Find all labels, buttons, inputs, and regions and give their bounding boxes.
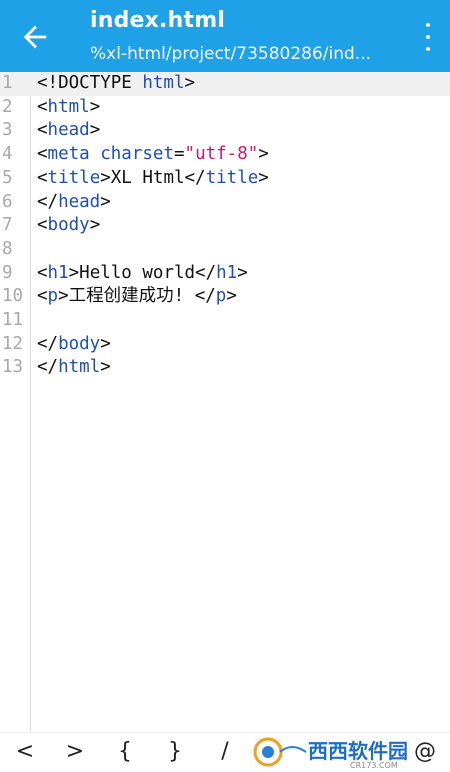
code-token: > xyxy=(237,262,248,283)
code-token-keyword: body xyxy=(58,333,101,354)
code-line[interactable]: 8 xyxy=(0,238,450,262)
code-editor[interactable]: 1 <!DOCTYPE html> 2 <html> 3 <head> 4 <meta cha… xyxy=(0,72,450,732)
code-token: > xyxy=(258,144,269,165)
code-token-keyword: h1 xyxy=(47,262,69,283)
code-token-keyword: title xyxy=(47,167,101,188)
arrow-left-icon[interactable] xyxy=(18,20,52,54)
line-number: 1 xyxy=(2,73,13,93)
line-number: 8 xyxy=(2,238,13,259)
code-token: > xyxy=(258,167,269,188)
code-text: <h1>Hello world</h1> xyxy=(37,262,248,286)
code-text: <meta charset="utf-8"> xyxy=(37,143,269,167)
code-token-keyword: title xyxy=(205,167,259,188)
key-greater-than[interactable]: > xyxy=(60,737,90,767)
code-line[interactable]: 10 <p>工程创建成功! </p> xyxy=(0,285,450,309)
code-token-string: "utf-8" xyxy=(184,144,259,165)
menu-dot xyxy=(426,23,430,27)
code-token: < xyxy=(37,120,48,141)
code-text: <!DOCTYPE html> xyxy=(37,72,195,96)
code-text: </body> xyxy=(37,333,111,357)
code-token-keyword: p xyxy=(215,286,227,307)
line-number: 12 xyxy=(2,333,24,354)
line-number: 9 xyxy=(2,262,13,283)
code-token: > xyxy=(89,120,101,141)
code-token-keyword: html xyxy=(47,96,90,117)
line-number: 4 xyxy=(2,144,13,165)
code-text: <title>XL Html</title> xyxy=(37,167,269,191)
code-token: > xyxy=(184,73,196,93)
site-watermark-logo: 西西软件园 CR173.COM xyxy=(253,737,408,770)
code-token: > xyxy=(226,286,237,307)
more-vert-icon[interactable] xyxy=(420,23,436,51)
key-slash[interactable]: / xyxy=(210,737,240,767)
code-token: < xyxy=(37,286,48,307)
code-text: <html> xyxy=(37,96,100,120)
code-line[interactable]: 1 <!DOCTYPE html> xyxy=(0,72,450,96)
code-token: </ xyxy=(37,357,59,378)
line-number: 7 xyxy=(2,215,13,236)
code-token: < xyxy=(37,167,48,188)
code-token-keyword: body xyxy=(47,215,90,236)
code-line[interactable]: 3 <head> xyxy=(0,119,450,143)
line-number: 2 xyxy=(2,96,13,117)
code-line[interactable]: 13 </html> xyxy=(0,356,450,380)
code-token: < xyxy=(37,215,48,236)
line-number: 6 xyxy=(2,191,13,212)
code-token: >XL Html</ xyxy=(100,167,206,188)
code-token: <!DOCTYPE xyxy=(37,73,143,93)
code-token: > xyxy=(89,96,101,117)
key-less-than[interactable]: < xyxy=(10,737,40,767)
code-token-keyword: html xyxy=(142,73,185,93)
line-number: 11 xyxy=(2,310,24,330)
key-open-brace[interactable]: { xyxy=(110,737,140,767)
code-token: </ xyxy=(37,333,59,354)
code-line[interactable]: 6 </head> xyxy=(0,191,450,215)
code-line[interactable]: 5 <title>XL Html</title> xyxy=(0,167,450,191)
code-text: <body> xyxy=(37,214,100,238)
code-token: >工程创建成功! </ xyxy=(58,286,216,307)
code-token: < xyxy=(37,144,48,165)
code-token: </ xyxy=(37,191,59,212)
code-text: </head> xyxy=(37,191,111,215)
code-token-keyword: head xyxy=(47,120,90,141)
code-token: < xyxy=(37,96,48,117)
code-line[interactable]: 7 <body> xyxy=(0,214,450,238)
line-number: 3 xyxy=(2,120,13,141)
svg-text:CR173.COM: CR173.COM xyxy=(350,761,398,770)
line-number: 10 xyxy=(2,286,24,307)
key-close-brace[interactable]: } xyxy=(160,737,190,767)
code-token-keyword: head xyxy=(58,191,101,212)
code-token-keyword: p xyxy=(47,286,59,307)
code-token: > xyxy=(89,215,101,236)
code-token: = xyxy=(173,144,185,165)
app-bar: index.html %xl-html/project/73580286/ind… xyxy=(0,0,450,72)
line-number: 5 xyxy=(2,167,13,188)
code-token: < xyxy=(37,262,48,283)
menu-dot xyxy=(426,47,430,51)
code-token: > xyxy=(100,333,111,354)
menu-dot xyxy=(426,35,430,39)
code-text: </html> xyxy=(37,356,111,380)
code-line[interactable]: 2 <html> xyxy=(0,96,450,120)
code-line[interactable]: 9 <h1>Hello world</h1> xyxy=(0,262,450,286)
code-token-keyword: h1 xyxy=(216,262,238,283)
file-path: %xl-html/project/73580286/ind... xyxy=(90,44,372,64)
file-title: index.html xyxy=(90,8,226,33)
code-text: <p>工程创建成功! </p> xyxy=(37,285,237,309)
code-token: > xyxy=(100,357,111,378)
code-line[interactable]: 11 xyxy=(0,309,450,333)
code-text: <head> xyxy=(37,119,100,143)
symbol-keybar: < > { } / @ 西西软件园 CR173.COM xyxy=(0,732,450,772)
svg-text:西西软件园: 西西软件园 xyxy=(308,739,408,763)
code-token-keyword: html xyxy=(58,357,101,378)
code-token: >Hello world</ xyxy=(68,262,217,283)
code-token: > xyxy=(100,191,111,212)
line-number: 13 xyxy=(2,357,24,378)
code-line[interactable]: 4 <meta charset="utf-8"> xyxy=(0,143,450,167)
code-line[interactable]: 12 </body> xyxy=(0,333,450,357)
code-token-keyword: meta charset xyxy=(47,144,174,165)
